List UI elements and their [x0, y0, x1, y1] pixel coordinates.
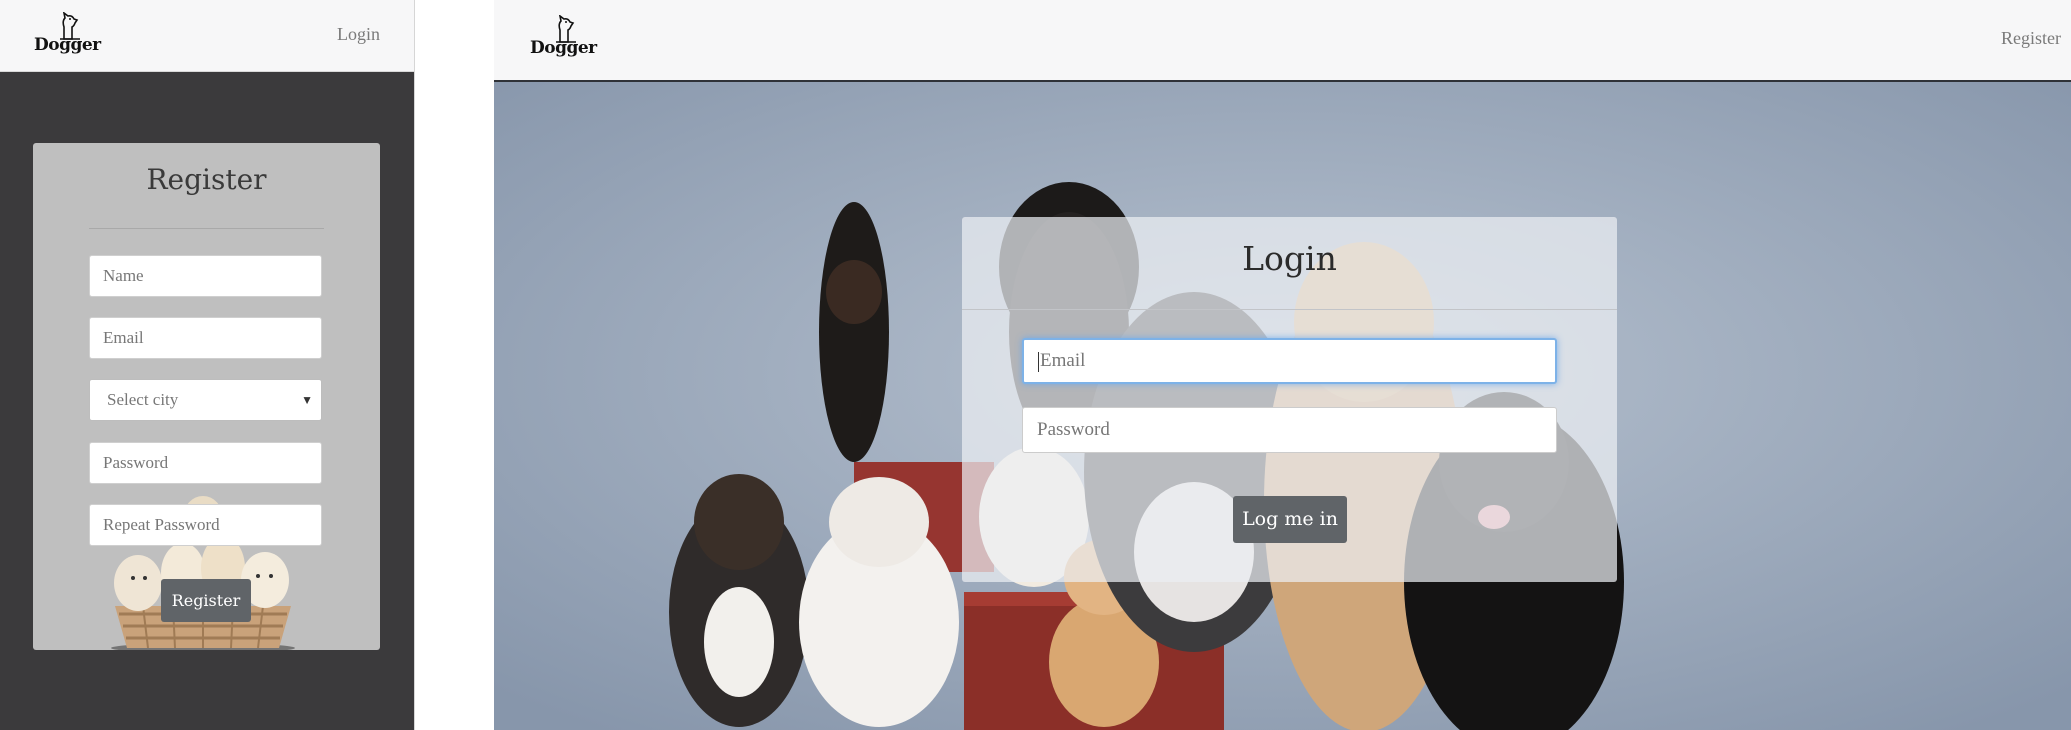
brand-name: Dogger — [530, 38, 597, 58]
register-link[interactable]: Register — [2001, 28, 2061, 49]
login-title: Login — [1242, 239, 1337, 278]
brand-logo[interactable]: Dogger — [530, 15, 597, 58]
register-screen: Dogger Login Register Name Email Select … — [0, 0, 415, 730]
login-screen: Dogger Register Login Email Password Log… — [494, 0, 2071, 730]
repeat-password-input[interactable]: Repeat Password — [89, 504, 322, 546]
email-input[interactable]: Email — [1022, 338, 1557, 384]
title-divider — [89, 228, 324, 229]
name-input[interactable]: Name — [89, 255, 322, 297]
password-input[interactable]: Password — [1022, 407, 1557, 453]
register-card: Register Name Email Select city ▼ Passwo… — [33, 143, 380, 650]
password-input[interactable]: Password — [89, 442, 322, 484]
navbar: Dogger Register — [494, 0, 2071, 82]
title-divider — [962, 309, 1617, 310]
text-caret — [1038, 351, 1039, 372]
register-title: Register — [146, 163, 267, 196]
brand-name: Dogger — [34, 35, 101, 55]
login-button[interactable]: Log me in — [1233, 496, 1347, 543]
email-input[interactable]: Email — [89, 317, 322, 359]
city-select-value: Select city — [107, 390, 179, 409]
brand-logo[interactable]: Dogger — [34, 12, 101, 55]
email-placeholder: Email — [1040, 350, 1086, 371]
login-card: Login Email Password Log me in — [962, 217, 1617, 582]
login-link[interactable]: Login — [337, 24, 380, 45]
register-button[interactable]: Register — [161, 579, 251, 622]
navbar: Dogger Login — [0, 0, 414, 72]
dropdown-arrow-icon: ▼ — [301, 393, 313, 407]
city-select[interactable]: Select city ▼ — [89, 379, 322, 421]
